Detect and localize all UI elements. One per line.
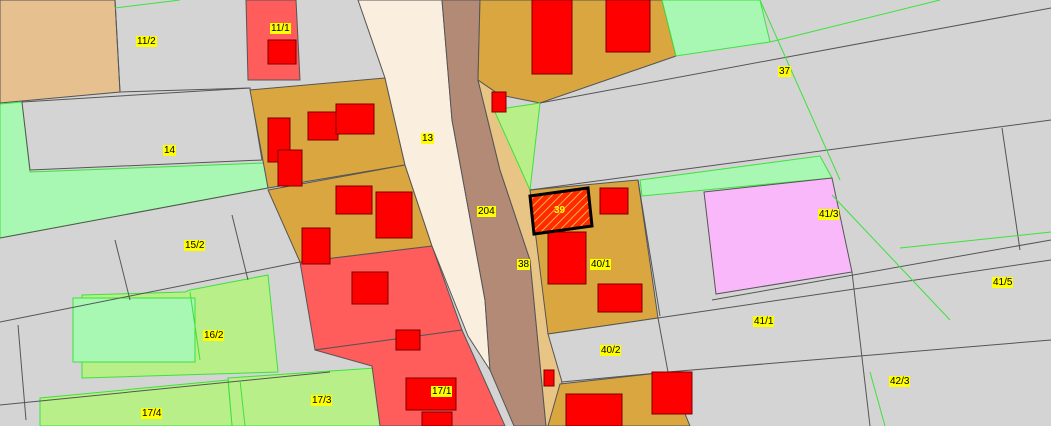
label-41-1: 41/1 [753,316,775,327]
parcel-14[interactable] [21,87,263,171]
building [597,283,643,313]
label-40-2: 40/2 [600,345,622,356]
label-17-1: 17/1 [431,386,453,397]
parcel-mint-square[interactable] [72,297,196,363]
building [599,187,629,215]
cadastral-map[interactable]: 11/1 11/2 37 13 14 204 39 41/3 15/2 38 4… [0,0,1051,426]
building [491,91,507,113]
label-16-2: 16/2 [203,330,225,341]
building [651,371,693,415]
building [307,111,339,141]
label-17-4: 17/4 [141,408,163,419]
label-204: 204 [477,206,496,217]
building [543,369,555,387]
building [531,0,573,75]
label-39: 39 [554,205,566,216]
label-11-1: 11/1 [270,23,291,34]
map-canvas[interactable] [0,0,1051,426]
label-37: 37 [778,66,792,77]
parcel-17-3[interactable] [227,367,386,426]
label-17-3: 17/3 [311,395,333,406]
building [605,0,651,53]
building [375,191,413,239]
label-14: 14 [163,145,177,156]
label-11-2: 11/2 [136,36,157,47]
label-40-1: 40/1 [590,259,612,270]
label-41-5: 41/5 [992,277,1014,288]
label-38: 38 [517,259,531,270]
building [395,329,421,351]
label-15-2: 15/2 [184,240,206,251]
building [277,149,303,187]
building [267,39,297,65]
building [421,411,453,426]
building [547,231,587,285]
label-41-3: 41/3 [818,209,840,220]
label-13: 13 [421,133,435,144]
label-42-3: 42/3 [889,376,911,387]
parcel-tan-top-left[interactable] [0,0,121,104]
building [301,227,331,265]
building [335,103,375,135]
building [335,185,373,215]
building [351,271,389,305]
building [565,393,623,426]
